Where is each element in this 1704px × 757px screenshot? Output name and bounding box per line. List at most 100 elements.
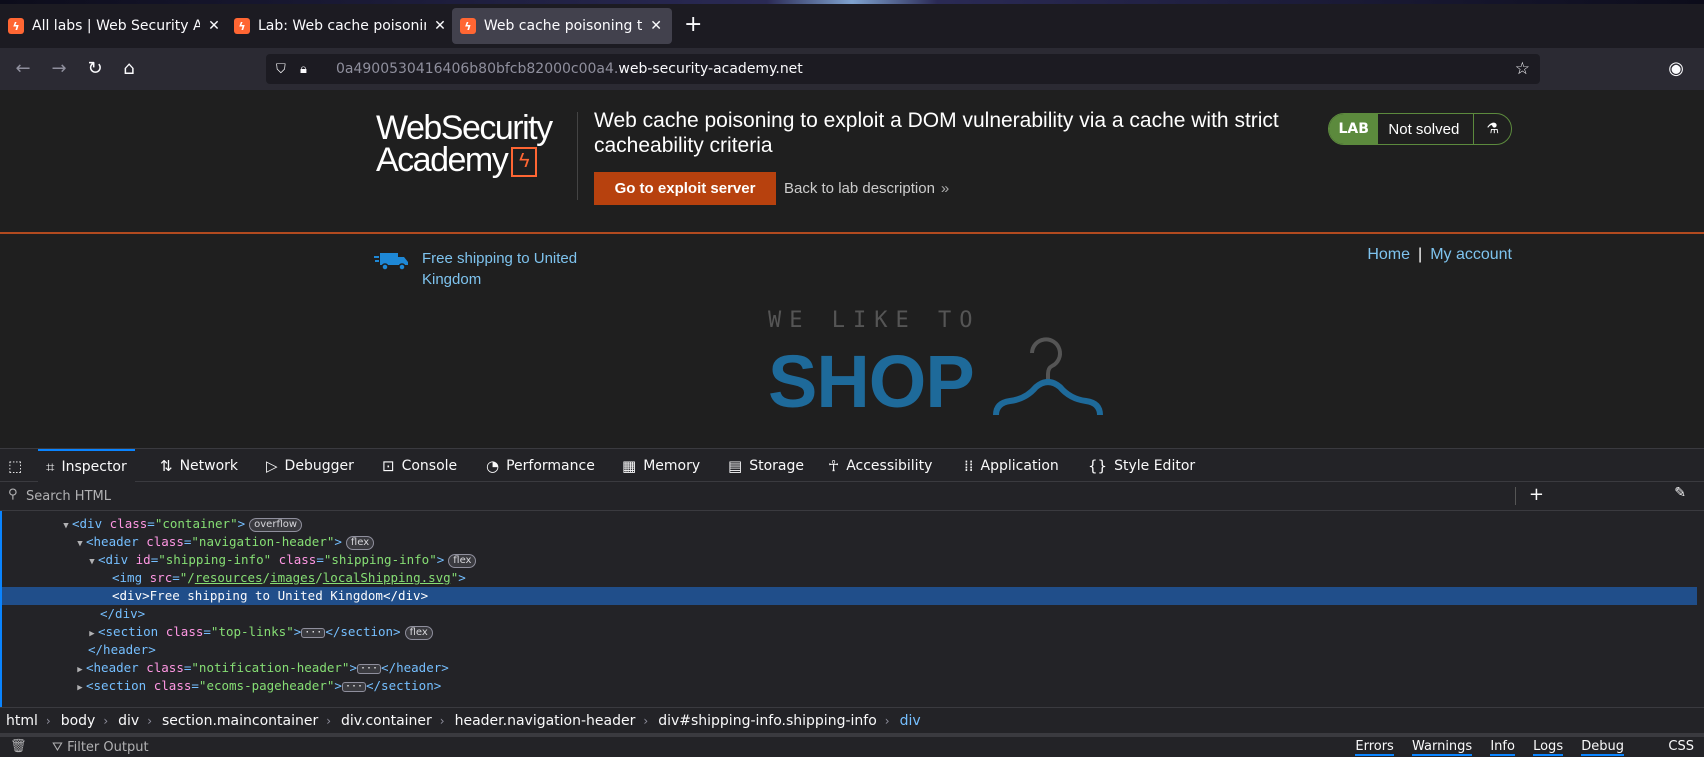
close-icon[interactable]: ✕ — [206, 18, 222, 34]
tab-network[interactable]: ⇅ Network — [160, 449, 238, 482]
search-icon: ⚲ — [8, 487, 18, 502]
ellipsis-icon[interactable]: ··· — [356, 664, 382, 674]
tree-node-top-links[interactable]: ▶ <section class="top-links"> ··· </section… — [2, 623, 1697, 641]
lab-badge: LAB — [1329, 114, 1379, 144]
bookmark-star-icon[interactable]: ☆ — [1515, 59, 1530, 79]
breadcrumb-item[interactable]: section.maincontainer — [162, 713, 318, 729]
search-html-input[interactable] — [26, 486, 1606, 506]
tab-performance[interactable]: ◔ Performance — [486, 449, 595, 482]
academy-logo[interactable]: WebSecurity Academy ϟ — [376, 109, 553, 178]
home-icon[interactable]: ⌂ — [116, 56, 142, 82]
flex-badge[interactable]: flex — [448, 554, 477, 568]
chevron-right-icon: › — [884, 713, 890, 728]
tree-node-ecoms-pageheader[interactable]: ▶ <section class="ecoms-pageheader"> ··· </… — [2, 677, 1697, 695]
tree-node-shipping-info[interactable]: ▼ <div id="shipping-info" class="shipping… — [2, 551, 1697, 569]
hanger-icon — [992, 337, 1103, 416]
shield-icon[interactable]: ⛉ — [276, 62, 292, 77]
split-console: 🗑︎ ⛛ Filter Output Errors Warnings Info … — [0, 733, 1704, 757]
burp-bolt-icon: ϟ — [234, 18, 250, 34]
breadcrumb-item[interactable]: header.navigation-header — [455, 713, 636, 729]
flex-badge[interactable]: flex — [404, 626, 433, 640]
element-picker-icon[interactable]: ⬚ — [8, 457, 22, 475]
home-link[interactable]: Home — [1367, 246, 1410, 263]
url-text[interactable]: 0a4900530416406b80bfcb82000c00a4.web-sec… — [336, 61, 803, 77]
network-icon: ⇅ — [160, 456, 173, 475]
shipping-info: Free shipping to United Kingdom — [374, 248, 612, 290]
account-icon[interactable]: ◉ — [1668, 58, 1684, 79]
lock-icon[interactable]: 🔒︎ — [300, 62, 316, 77]
tree-node-close-div[interactable]: </div> — [2, 605, 1697, 623]
flex-badge[interactable]: flex — [345, 536, 375, 550]
debugger-icon: ▷ — [266, 456, 278, 475]
html-search-row: ⚲ + ✎ — [0, 482, 1704, 511]
tab-inspector[interactable]: ⌗ Inspector — [38, 449, 135, 482]
tab-style-editor[interactable]: {} Style Editor — [1088, 449, 1195, 482]
tree-node-navigation-header[interactable]: ▼ <header class="navigation-header"> flex — [2, 533, 1697, 551]
tab-application[interactable]: ⁞⁞ Application — [964, 449, 1059, 482]
back-to-description-link[interactable]: Back to lab description » — [784, 180, 949, 197]
devtools-tab-bar: ⬚ ⌗ Inspector ⇅ Network ▷ Debugger ⊡ Console… — [0, 448, 1704, 482]
tree-node-container[interactable]: ▼ <div class="container"> overflow — [2, 515, 1697, 533]
exploit-server-button[interactable]: Go to exploit server — [594, 172, 776, 205]
breadcrumb-item[interactable]: body — [61, 713, 96, 729]
breadcrumb-item[interactable]: div#shipping-info.shipping-info — [658, 713, 877, 729]
breadcrumb: html › body › div › section.maincontainer › … — [0, 707, 1704, 733]
url-bar[interactable]: ⛉ 🔒︎ 0a4900530416406b80bfcb82000c00a4.we… — [266, 54, 1540, 84]
breadcrumb-item-current[interactable]: div — [900, 713, 921, 729]
add-node-icon[interactable]: + — [1529, 484, 1544, 505]
tab-lab-active[interactable]: ϟ Web cache poisoning to exploit a DOM v… — [452, 8, 672, 44]
filter-debug[interactable]: Debug — [1581, 739, 1624, 756]
filter-info[interactable]: Info — [1490, 739, 1515, 756]
tab-title: All labs | Web Security Academy — [32, 18, 200, 34]
overflow-badge[interactable]: overflow — [249, 518, 303, 532]
tree-node-close-header[interactable]: </header> — [2, 641, 1697, 659]
tab-label: Performance — [506, 457, 595, 474]
memory-icon: ▦ — [622, 456, 637, 475]
filter-errors[interactable]: Errors — [1355, 739, 1394, 756]
tab-debugger[interactable]: ▷ Debugger — [266, 449, 354, 482]
collapsed-twisty-icon[interactable]: ▶ — [74, 679, 86, 697]
my-account-link[interactable]: My account — [1430, 246, 1512, 263]
tab-label: Network — [179, 457, 239, 474]
breadcrumb-item[interactable]: html — [6, 713, 38, 729]
tab-accessibility[interactable]: ☥ Accessibility — [828, 449, 932, 482]
tab-console[interactable]: ⊡ Console — [382, 449, 457, 482]
close-icon[interactable]: ✕ — [432, 18, 448, 34]
flask-icon: ⚗ — [1473, 114, 1511, 144]
window-top-edge — [0, 0, 1704, 4]
forward-arrow-icon[interactable]: → — [46, 56, 72, 82]
browser-tab-bar: ϟ All labs | Web Security Academy ✕ ϟ La… — [0, 0, 1704, 48]
eyedropper-icon[interactable]: ✎ — [1674, 485, 1686, 501]
filter-logs[interactable]: Logs — [1533, 739, 1564, 756]
tab-label: Debugger — [284, 457, 354, 474]
back-arrow-icon[interactable]: ← — [10, 56, 36, 82]
lab-header: WebSecurity Academy ϟ Web cache poisoning… — [0, 90, 1704, 234]
ellipsis-icon[interactable]: ··· — [341, 682, 366, 692]
tab-all-labs[interactable]: ϟ All labs | Web Security Academy ✕ — [0, 8, 230, 44]
tree-node-img[interactable]: <img src="/resources/images/localShippin… — [2, 569, 1697, 587]
tree-node-notification-header[interactable]: ▶ <header class="notification-header"> ···… — [2, 659, 1697, 677]
accessibility-icon: ☥ — [828, 456, 840, 475]
reload-icon[interactable]: ↻ — [82, 56, 108, 82]
devtools-panel: ⬚ ⌗ Inspector ⇅ Network ▷ Debugger ⊡ Console… — [0, 448, 1704, 757]
markup-tree: ▼ <div class="container"> overflow ▼ <heade… — [0, 511, 1697, 707]
tree-node-shipping-text-selected[interactable]: <div>Free shipping to United Kingdom</di… — [2, 587, 1697, 605]
filter-placeholder: Filter Output — [67, 740, 149, 755]
burp-bolt-icon: ϟ — [460, 18, 476, 34]
tab-memory[interactable]: ▦ Memory — [622, 449, 700, 482]
new-tab-button[interactable]: + — [684, 14, 702, 36]
breadcrumb-item[interactable]: div.container — [341, 713, 432, 729]
close-icon[interactable]: ✕ — [648, 18, 664, 34]
css-filter[interactable]: CSS — [1668, 739, 1694, 754]
tab-lab-description[interactable]: ϟ Lab: Web cache poisoning to exploit a … — [226, 8, 456, 44]
ellipsis-icon[interactable]: ··· — [301, 628, 326, 638]
breadcrumb-item[interactable]: div — [118, 713, 139, 729]
logo-line1: WebSecurity — [376, 109, 553, 147]
back-link-label: Back to lab description — [784, 180, 935, 197]
shop-logo[interactable]: WE LIKE TO SHOP — [768, 308, 1106, 419]
filter-output-input[interactable]: ⛛ Filter Output — [52, 740, 149, 755]
tab-label: Storage — [749, 457, 804, 474]
filter-warnings[interactable]: Warnings — [1411, 739, 1473, 756]
trash-icon[interactable]: 🗑︎ — [10, 739, 27, 754]
tab-storage[interactable]: ▤ Storage — [728, 449, 804, 482]
